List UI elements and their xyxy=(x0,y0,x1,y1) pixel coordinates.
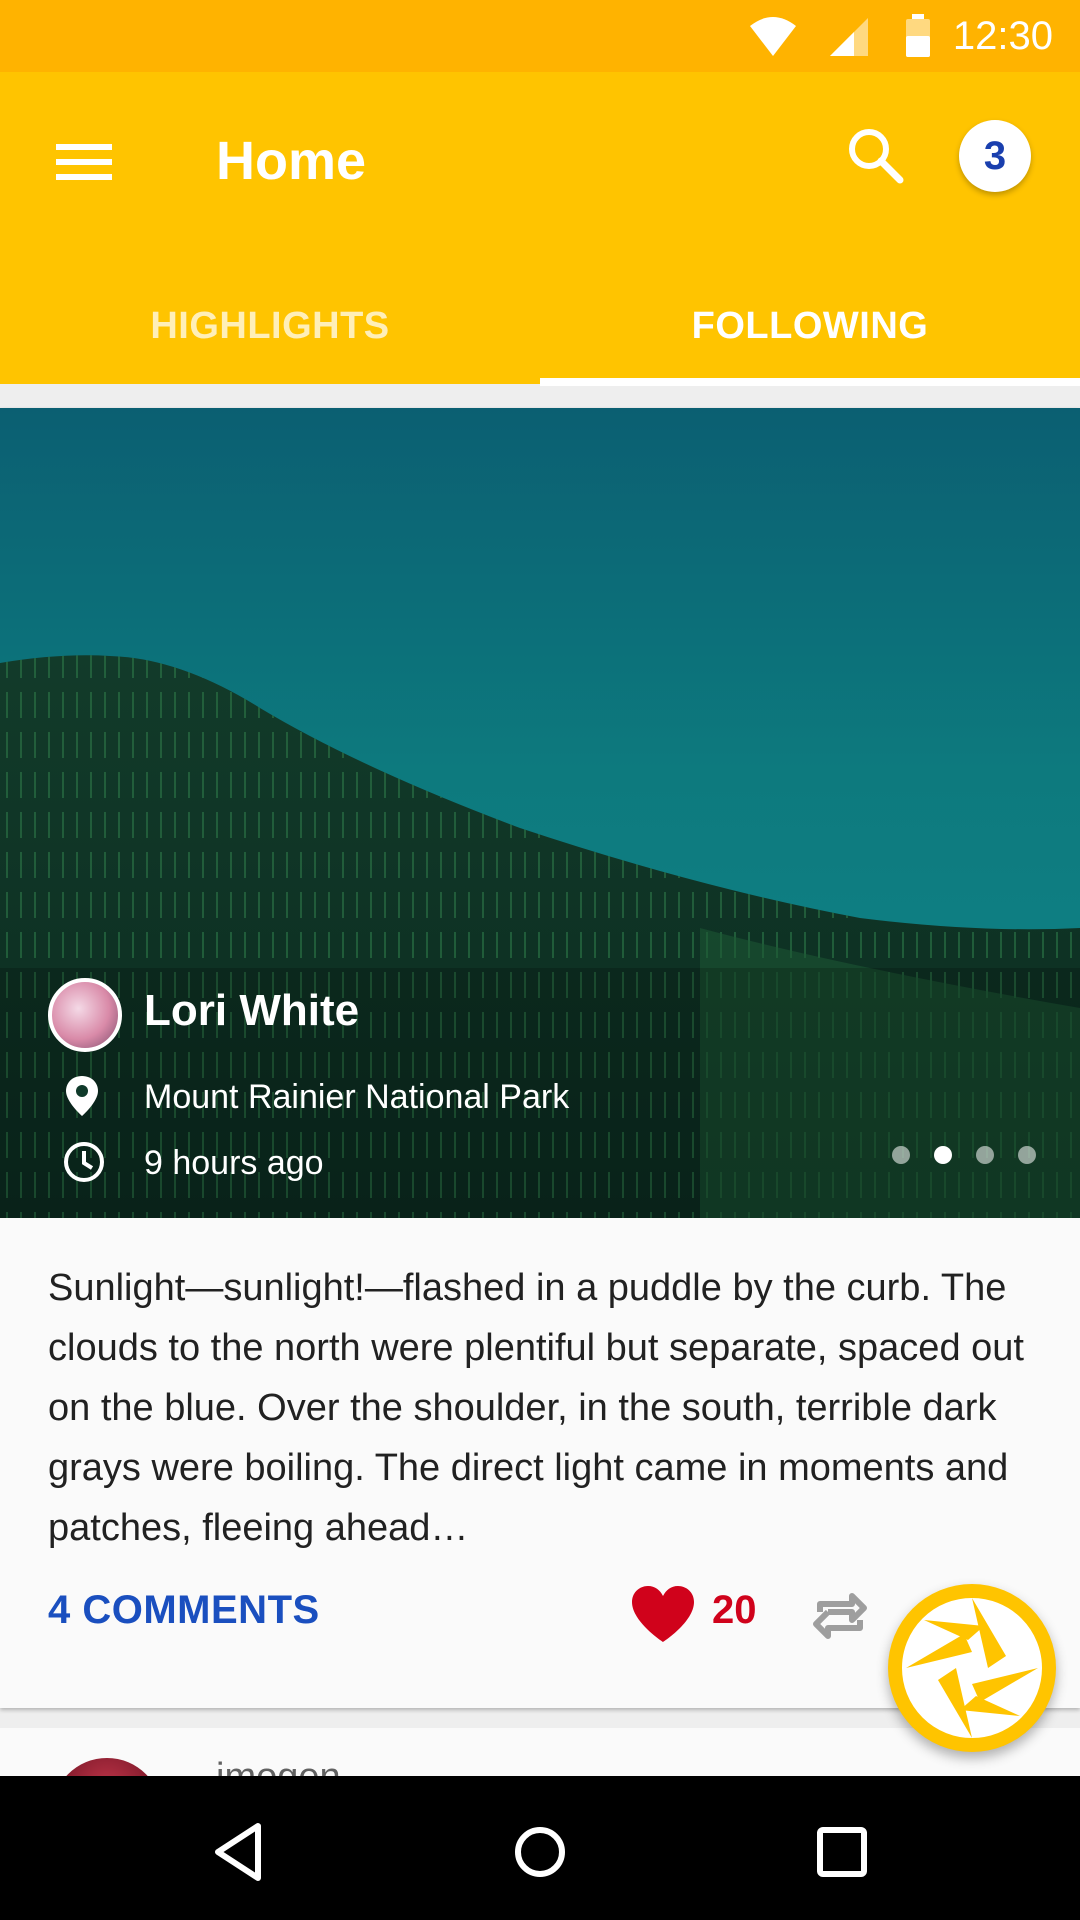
time-ago-text: 9 hours ago xyxy=(144,1144,324,1182)
recents-button[interactable] xyxy=(802,1812,882,1892)
tab-following[interactable]: FOLLOWING xyxy=(540,272,1080,384)
carousel-dot[interactable] xyxy=(892,1146,910,1164)
carousel-dot[interactable] xyxy=(1018,1146,1036,1164)
avatar[interactable] xyxy=(48,978,122,1052)
home-button[interactable] xyxy=(500,1812,580,1892)
status-time: 12:30 xyxy=(952,14,1053,58)
wifi-icon xyxy=(750,17,796,56)
app-bar: Home 3 HIGHLIGHTS FOLLOWING xyxy=(0,72,1080,386)
signal-icon xyxy=(830,18,868,56)
back-icon xyxy=(215,1823,261,1881)
camera-fab-button[interactable] xyxy=(888,1584,1056,1752)
repost-button[interactable] xyxy=(810,1586,870,1651)
camera-shutter-icon xyxy=(898,1594,1046,1742)
carousel-dot[interactable] xyxy=(976,1146,994,1164)
back-button[interactable] xyxy=(200,1812,280,1892)
notification-badge[interactable]: 3 xyxy=(959,120,1031,192)
battery-icon xyxy=(906,14,930,57)
carousel-dot-active[interactable] xyxy=(934,1146,952,1164)
tab-indicator xyxy=(540,378,1080,386)
post-card[interactable]: Lori White Mount Rainier National Park 9… xyxy=(0,408,1080,1708)
heart-icon xyxy=(632,1586,694,1642)
post-body[interactable]: Sunlight—sunlight!—flashed in a puddle b… xyxy=(48,1258,1028,1558)
location-text: Mount Rainier National Park xyxy=(144,1078,570,1116)
repost-icon xyxy=(813,1593,867,1639)
menu-button[interactable] xyxy=(40,122,130,202)
page-title: Home xyxy=(216,131,367,191)
recents-icon xyxy=(817,1827,867,1877)
search-icon xyxy=(849,129,904,184)
comments-button[interactable]: 4 COMMENTS xyxy=(48,1588,320,1633)
status-bar: 12:30 xyxy=(0,0,1080,72)
tab-highlights[interactable]: HIGHLIGHTS xyxy=(0,272,540,384)
system-nav-bar xyxy=(0,1776,1080,1920)
carousel-indicator xyxy=(868,1146,1036,1166)
like-button[interactable]: 20 xyxy=(630,1578,780,1658)
clock-icon xyxy=(64,1142,104,1182)
location-pin-icon xyxy=(66,1076,98,1116)
author-name[interactable]: Lori White xyxy=(144,986,359,1036)
like-count: 20 xyxy=(712,1588,757,1632)
home-icon xyxy=(515,1827,565,1877)
post-image[interactable]: Lori White Mount Rainier National Park 9… xyxy=(0,408,1080,1218)
search-button[interactable] xyxy=(836,116,916,196)
tab-bar: HIGHLIGHTS FOLLOWING xyxy=(0,272,1080,384)
menu-icon xyxy=(56,144,112,180)
